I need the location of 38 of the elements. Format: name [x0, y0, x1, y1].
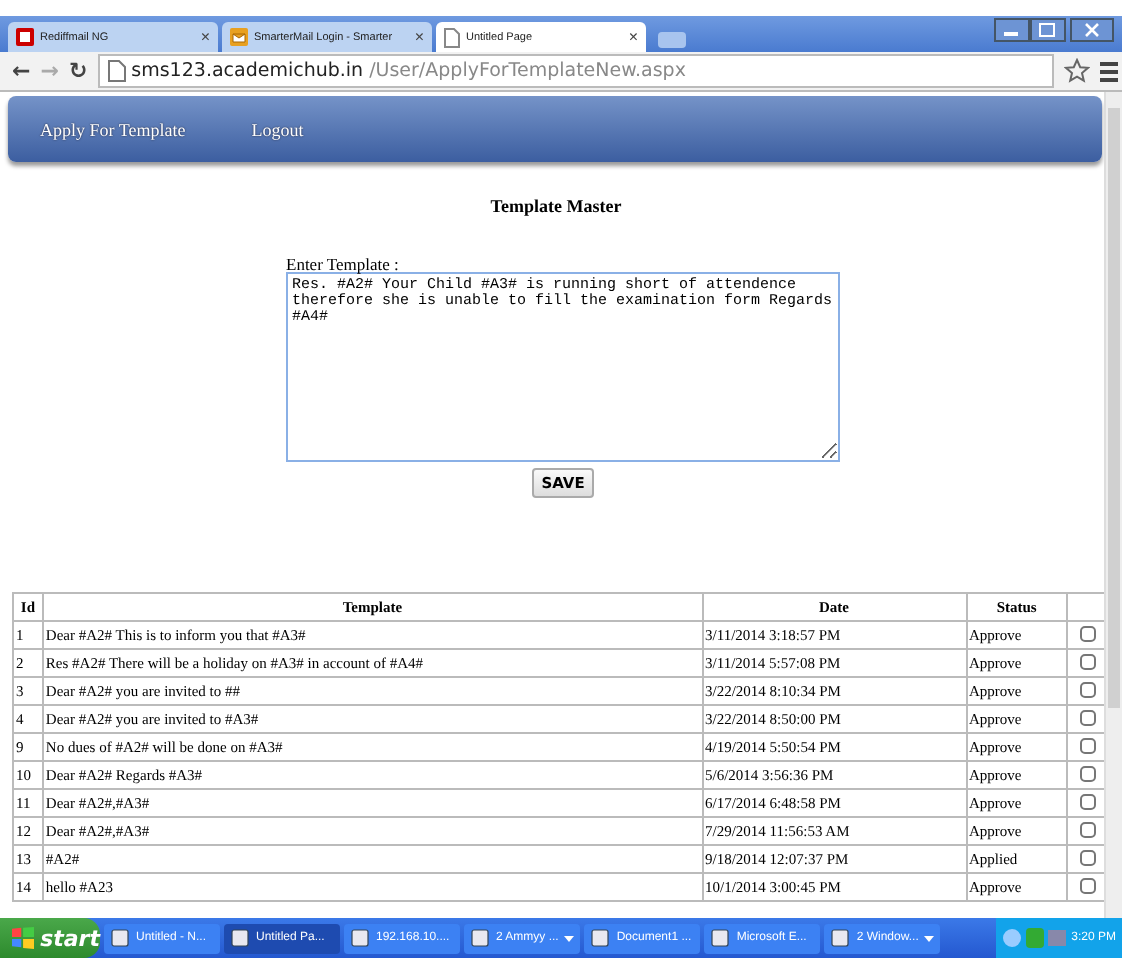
row-checkbox[interactable]	[1079, 765, 1096, 781]
tray-icons-drawing	[1001, 928, 1066, 948]
row-checkbox[interactable]	[1079, 877, 1096, 893]
close-icon[interactable]: ×	[200, 28, 210, 46]
page-title: Template Master	[488, 196, 624, 216]
row-checkbox[interactable]	[1079, 625, 1096, 641]
close-icon[interactable]: ×	[628, 28, 638, 46]
row-checkbox[interactable]	[1079, 793, 1096, 809]
app-icon	[590, 928, 611, 948]
row-checkbox[interactable]	[1079, 709, 1096, 725]
row-checkbox[interactable]	[1079, 681, 1096, 697]
reload-icon[interactable]: ↻	[68, 58, 88, 84]
nav-link[interactable]: Logout	[251, 119, 304, 139]
app-icon	[710, 928, 731, 948]
app-icon	[470, 928, 490, 948]
scrollbar[interactable]	[1104, 92, 1122, 918]
page-icon	[107, 60, 126, 82]
r-logo-icon	[16, 28, 34, 46]
page-icon	[444, 27, 460, 47]
app-icon	[230, 928, 250, 948]
windows-flag-icon	[12, 926, 35, 950]
envelope-icon	[230, 28, 248, 46]
star-icon[interactable]	[1064, 58, 1090, 84]
app-icon	[110, 928, 130, 948]
close-icon[interactable]: ×	[414, 28, 424, 46]
menu-icon[interactable]	[1100, 61, 1118, 81]
nav-link[interactable]: Apply For Template	[40, 119, 186, 139]
row-checkbox[interactable]	[1079, 737, 1096, 753]
back-icon[interactable]: ←	[12, 58, 31, 84]
row-checkbox[interactable]	[1079, 849, 1096, 865]
app-icon	[830, 928, 851, 948]
row-checkbox[interactable]	[1079, 653, 1096, 669]
app-icon	[350, 928, 370, 948]
address-field[interactable]: sms123.academichub.in /User/ApplyForTemplateNew.aspx	[97, 54, 1054, 88]
start-button[interactable]: start	[0, 918, 100, 958]
field-label: Enter Template :	[286, 254, 401, 272]
window-controls-drawing[interactable]	[994, 18, 1114, 42]
row-checkbox[interactable]	[1079, 821, 1096, 837]
